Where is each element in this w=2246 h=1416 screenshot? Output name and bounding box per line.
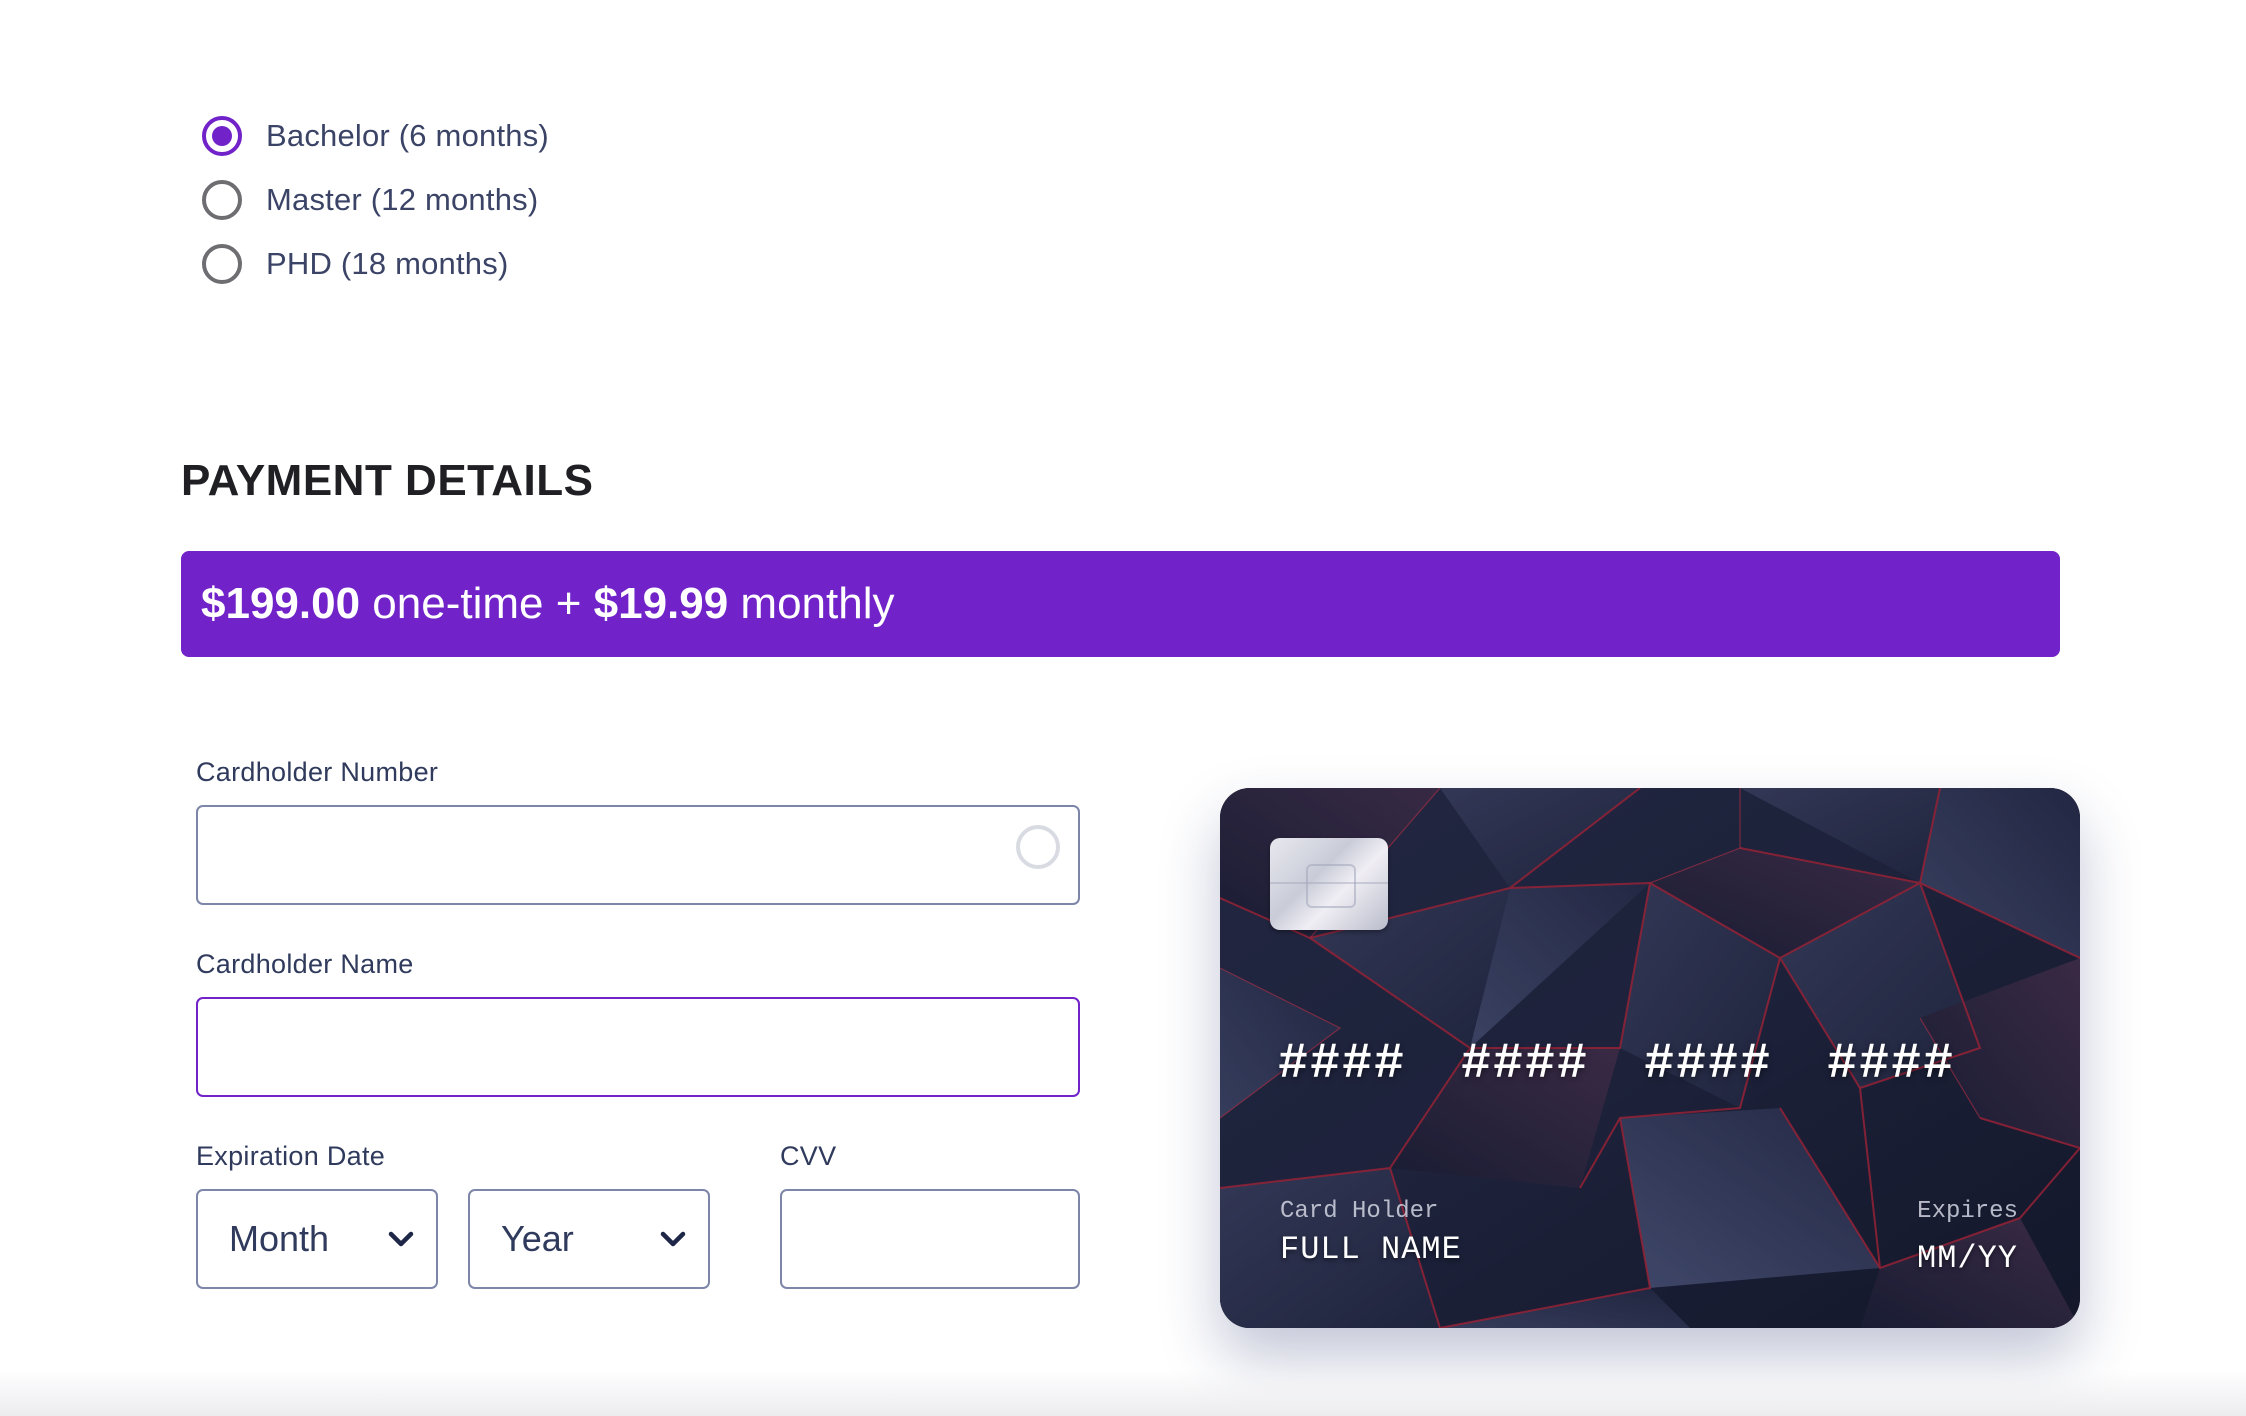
monthly-price: $19.99 <box>593 579 729 628</box>
card-number-group: #### <box>1827 1036 1956 1093</box>
price-banner: $199.00 one-time + $19.99 monthly <box>181 551 2060 657</box>
plan-option-master[interactable]: Master (12 months) <box>202 168 549 232</box>
card-number-label: Cardholder Number <box>196 757 439 787</box>
card-number-display: #### #### #### #### <box>1278 1036 1955 1093</box>
card-number-group: #### <box>1461 1036 1590 1093</box>
bottom-edge-shadow <box>0 1370 2246 1416</box>
plan-option-bachelor[interactable]: Bachelor (6 months) <box>202 104 549 168</box>
radio-unselected-icon[interactable] <box>202 180 242 220</box>
credit-card-preview: #### #### #### #### Card Holder FULL NAM… <box>1220 788 2080 1328</box>
radio-selected-icon[interactable] <box>202 116 242 156</box>
cvv-field[interactable] <box>780 1189 1080 1289</box>
plan-label: PHD (18 months) <box>266 246 509 281</box>
plan-radio-group: Bachelor (6 months) Master (12 months) P… <box>202 104 549 296</box>
plan-label: Bachelor (6 months) <box>266 118 549 153</box>
payment-page: Bachelor (6 months) Master (12 months) P… <box>0 0 2246 1416</box>
chevron-down-icon <box>660 1231 686 1247</box>
card-name-label: Cardholder Name <box>196 949 414 979</box>
month-select[interactable]: Month <box>196 1189 438 1289</box>
card-expires-value: MM/YY <box>1916 1240 2018 1277</box>
plan-option-phd[interactable]: PHD (18 months) <box>202 232 549 296</box>
year-select-value: Year <box>501 1218 574 1259</box>
cvv-input[interactable] <box>782 1191 1078 1287</box>
card-number-input[interactable] <box>198 807 1078 903</box>
expiration-label: Expiration Date <box>196 1141 386 1171</box>
card-name-input[interactable] <box>198 999 1078 1095</box>
loading-spinner-icon <box>1016 825 1060 869</box>
monthly-text: monthly <box>728 579 895 628</box>
section-title: PAYMENT DETAILS <box>181 456 594 505</box>
year-select[interactable]: Year <box>468 1189 710 1289</box>
one-time-price: $199.00 <box>201 579 361 628</box>
card-name-field[interactable] <box>196 997 1080 1097</box>
card-holder-value: FULL NAME <box>1280 1231 1462 1268</box>
month-select-value: Month <box>229 1218 330 1259</box>
card-number-group: #### <box>1278 1036 1407 1093</box>
plan-label: Master (12 months) <box>266 182 539 217</box>
card-number-field[interactable] <box>196 805 1080 905</box>
card-chip-icon <box>1270 838 1388 930</box>
cvv-label: CVV <box>780 1141 837 1171</box>
chevron-down-icon <box>388 1231 414 1247</box>
card-expires-caption: Expires <box>1917 1198 2018 1225</box>
card-number-group: #### <box>1644 1036 1773 1093</box>
card-holder-caption: Card Holder <box>1280 1198 1439 1225</box>
one-time-text: one-time + <box>360 579 594 628</box>
radio-unselected-icon[interactable] <box>202 244 242 284</box>
